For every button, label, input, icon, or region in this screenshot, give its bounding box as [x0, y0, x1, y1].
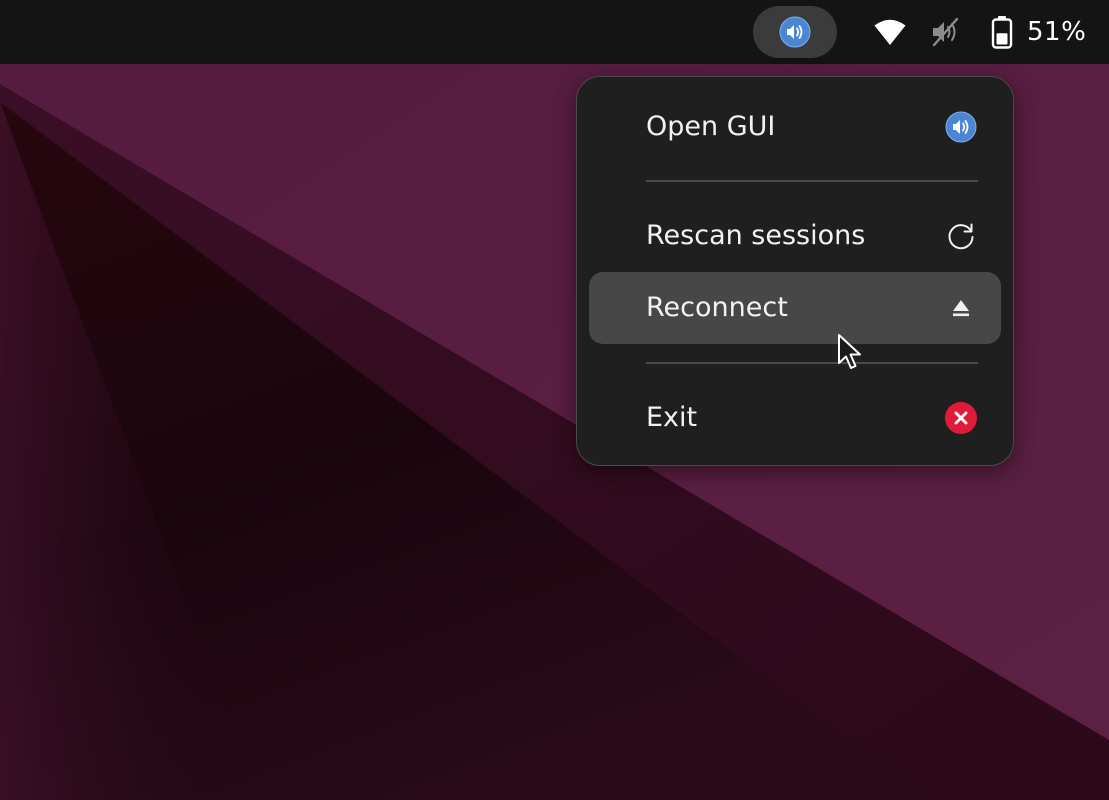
menu-item-label: Reconnect [646, 292, 788, 323]
wifi-icon[interactable] [872, 14, 908, 50]
speaker-muted-icon[interactable] [928, 14, 964, 50]
desktop: 51% Open GUI Rescan sessions Reconnect E… [0, 0, 1109, 800]
battery-level-fill [996, 33, 1008, 45]
refresh-icon [943, 218, 979, 254]
speaker-volume-icon [943, 109, 979, 145]
menu-separator [646, 180, 978, 182]
menu-item-label: Exit [646, 402, 698, 433]
menu-item-label: Open GUI [646, 111, 776, 142]
speaker-volume-icon [779, 16, 811, 48]
menu-item-label: Rescan sessions [646, 220, 866, 251]
app-indicator-menu: Open GUI Rescan sessions Reconnect Exit [576, 76, 1014, 466]
battery-icon[interactable] [988, 14, 1016, 50]
menu-item-exit[interactable]: Exit [589, 382, 1001, 454]
app-indicator-button[interactable] [753, 6, 837, 58]
top-bar: 51% [0, 0, 1109, 64]
menu-item-open-gui[interactable]: Open GUI [589, 91, 1001, 163]
close-circle-icon [943, 400, 979, 436]
battery-percentage: 51% [1027, 17, 1087, 47]
menu-item-rescan-sessions[interactable]: Rescan sessions [589, 200, 1001, 272]
menu-separator [646, 362, 978, 364]
eject-icon [943, 290, 979, 326]
menu-item-reconnect[interactable]: Reconnect [589, 272, 1001, 344]
